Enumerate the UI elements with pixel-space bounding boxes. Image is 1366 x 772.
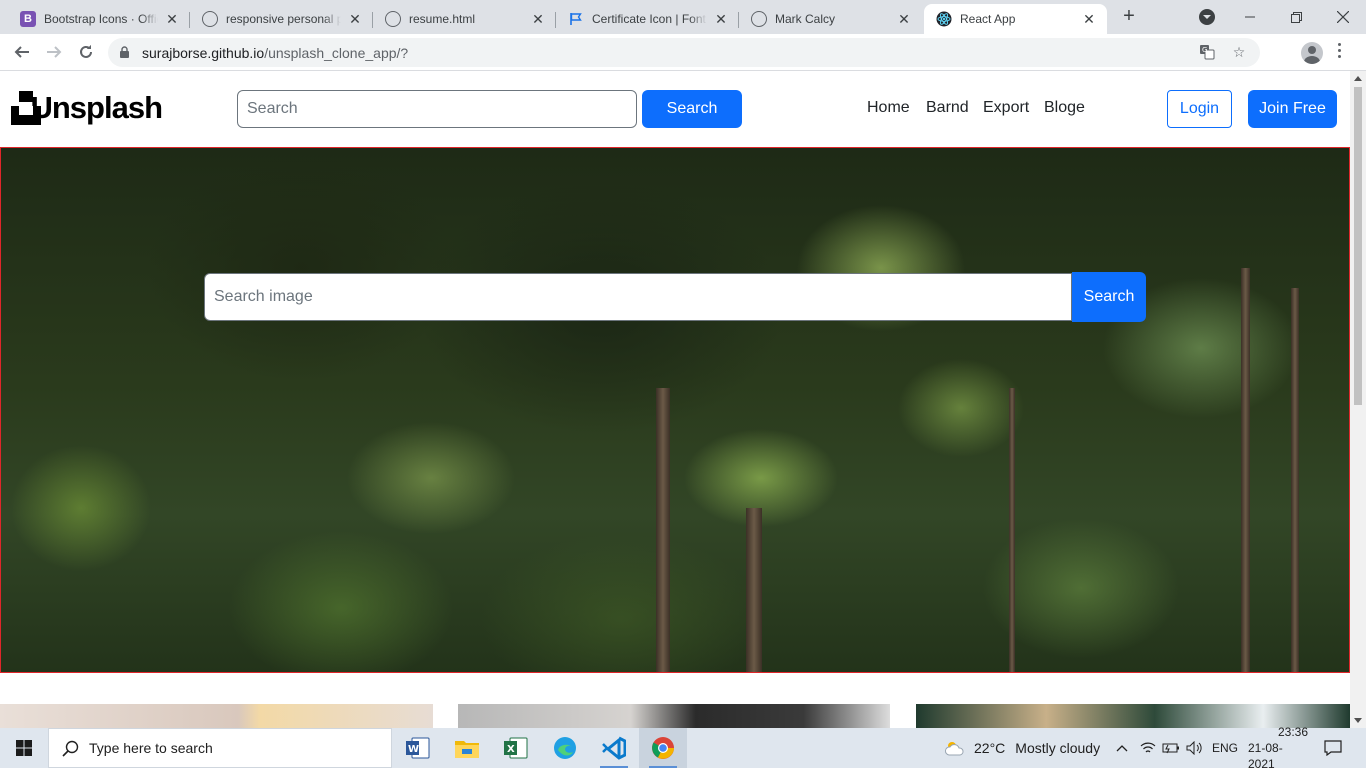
svg-text:W: W	[408, 744, 419, 755]
navbar-search-button[interactable]: Search	[642, 90, 742, 128]
forward-arrow-icon[interactable]	[42, 40, 66, 64]
battery-icon[interactable]	[1162, 728, 1180, 768]
unsplash-logo[interactable]: Unsplash	[11, 83, 163, 133]
restore-icon[interactable]	[1273, 0, 1319, 34]
browser-tab[interactable]: B Bootstrap Icons · Official ✕	[8, 4, 190, 34]
windows-taskbar: Type here to search W X 22°C Mostly clou…	[0, 725, 1366, 771]
svg-text:X: X	[507, 744, 515, 755]
browser-tab[interactable]: Certificate Icon | Font Awesome ✕	[556, 4, 739, 34]
scrollbar-thumb[interactable]	[1354, 87, 1362, 405]
profile-avatar-icon[interactable]	[1301, 42, 1323, 64]
weather-widget[interactable]: 22°C Mostly cloudy	[944, 728, 1100, 768]
bookmark-star-icon[interactable]: ☆	[1230, 44, 1248, 62]
notification-center-icon[interactable]	[1324, 728, 1342, 768]
hero-search-input[interactable]: Search image	[204, 273, 1072, 321]
navbar-search-input[interactable]: Search	[237, 90, 637, 128]
nav-link-home[interactable]: Home	[867, 99, 910, 117]
close-icon[interactable]: ✕	[1081, 11, 1097, 28]
flag-icon	[568, 11, 584, 27]
svg-text:G: G	[1202, 46, 1207, 54]
translate-icon[interactable]: G	[1198, 44, 1216, 62]
globe-icon	[751, 11, 767, 27]
join-free-button[interactable]: Join Free	[1248, 90, 1337, 128]
chrome-app-icon[interactable]	[639, 728, 687, 768]
hero-image-trunk	[1291, 288, 1299, 672]
hero-search-button[interactable]: Search	[1072, 272, 1146, 322]
url-text: surajborse.github.io/unsplash_clone_app/…	[142, 45, 408, 61]
tab-title: React App	[960, 12, 1016, 26]
browser-toolbar: surajborse.github.io/unsplash_clone_app/…	[0, 34, 1366, 93]
tab-title: Bootstrap Icons · Official	[44, 12, 158, 26]
file-explorer-icon[interactable]	[443, 728, 491, 768]
nav-link-barnd[interactable]: Barnd	[926, 99, 969, 117]
taskbar-clock[interactable]: 23:36 21-08-2021	[1248, 725, 1308, 771]
word-app-icon[interactable]: W	[394, 728, 442, 768]
tab-title: resume.html	[409, 12, 476, 26]
weather-temperature: 22°C	[974, 740, 1006, 756]
weather-description: Mostly cloudy	[1015, 740, 1101, 756]
gallery-image[interactable]	[458, 704, 890, 728]
logo-text: Unsplash	[30, 90, 163, 125]
minimize-icon[interactable]	[1227, 0, 1273, 34]
lock-icon[interactable]	[120, 46, 129, 58]
hero-banner	[0, 147, 1350, 673]
browser-tab-active[interactable]: React App ✕	[924, 4, 1107, 34]
login-button[interactable]: Login	[1167, 90, 1232, 128]
vscode-app-icon[interactable]	[590, 728, 638, 768]
tab-title: Mark Calcy	[775, 12, 836, 26]
taskbar-search-box[interactable]: Type here to search	[48, 728, 392, 768]
browser-tab[interactable]: responsive personal portfolio ✕	[190, 4, 373, 34]
volume-speaker-icon[interactable]	[1186, 728, 1204, 768]
nav-link-bloge[interactable]: Bloge	[1044, 99, 1085, 117]
unsplash-logo-icon	[11, 91, 41, 125]
tab-title: responsive personal portfolio	[226, 12, 341, 26]
hero-search-placeholder: Search image	[214, 288, 313, 305]
hero-image-trunk	[746, 508, 762, 672]
close-icon[interactable]: ✕	[896, 11, 912, 28]
gallery-image[interactable]	[0, 704, 433, 728]
url-host: surajborse.github.io	[142, 45, 265, 61]
close-window-icon[interactable]	[1320, 0, 1366, 34]
hero-image-trunk	[1241, 268, 1250, 672]
page-scrollbar[interactable]	[1350, 71, 1366, 728]
close-icon[interactable]: ✕	[713, 11, 729, 28]
cloud-sun-icon	[945, 742, 964, 756]
excel-app-icon[interactable]: X	[492, 728, 540, 768]
tab-title: Certificate Icon | Font Awesome	[592, 12, 707, 26]
show-hidden-icons-chevron-icon[interactable]	[1116, 728, 1128, 768]
clock-time: 23:36	[1277, 725, 1308, 739]
taskbar-search-placeholder: Type here to search	[89, 740, 213, 756]
clock-date: 21-08-2021	[1248, 741, 1283, 771]
scroll-down-arrow-icon[interactable]	[1354, 718, 1362, 723]
site-navbar: Unsplash Search Search Home Barnd Export…	[0, 71, 1350, 147]
navbar-search-placeholder: Search	[247, 100, 298, 117]
back-arrow-icon[interactable]	[10, 40, 34, 64]
address-bar[interactable]: surajborse.github.io/unsplash_clone_app/…	[108, 38, 1260, 67]
windows-start-icon[interactable]	[0, 728, 48, 768]
browser-tab[interactable]: resume.html ✕	[373, 4, 556, 34]
globe-icon	[385, 11, 401, 27]
url-path: /unsplash_clone_app/?	[264, 45, 409, 61]
edge-browser-icon[interactable]	[541, 728, 589, 768]
search-icon	[62, 740, 79, 757]
close-icon[interactable]: ✕	[347, 11, 363, 28]
kebab-menu-icon[interactable]	[1338, 43, 1342, 61]
language-indicator[interactable]: ENG	[1212, 728, 1238, 768]
bootstrap-icon: B	[20, 11, 36, 27]
close-icon[interactable]: ✕	[164, 11, 180, 28]
reload-icon[interactable]	[74, 40, 98, 64]
nav-link-export[interactable]: Export	[983, 99, 1029, 117]
new-tab-plus-icon[interactable]: +	[1118, 6, 1140, 28]
tab-search-icon[interactable]	[1199, 9, 1215, 25]
network-wifi-icon[interactable]	[1140, 728, 1156, 768]
browser-tab-strip: B Bootstrap Icons · Official ✕ responsiv…	[0, 0, 1366, 34]
react-icon	[936, 11, 952, 27]
hero-image-trunk	[1009, 388, 1015, 672]
browser-tab[interactable]: Mark Calcy ✕	[739, 4, 922, 34]
page-viewport: Unsplash Search Search Home Barnd Export…	[0, 71, 1350, 728]
globe-icon	[202, 11, 218, 27]
scroll-up-arrow-icon[interactable]	[1354, 76, 1362, 81]
close-icon[interactable]: ✕	[530, 11, 546, 28]
hero-image-trunk	[656, 388, 670, 672]
